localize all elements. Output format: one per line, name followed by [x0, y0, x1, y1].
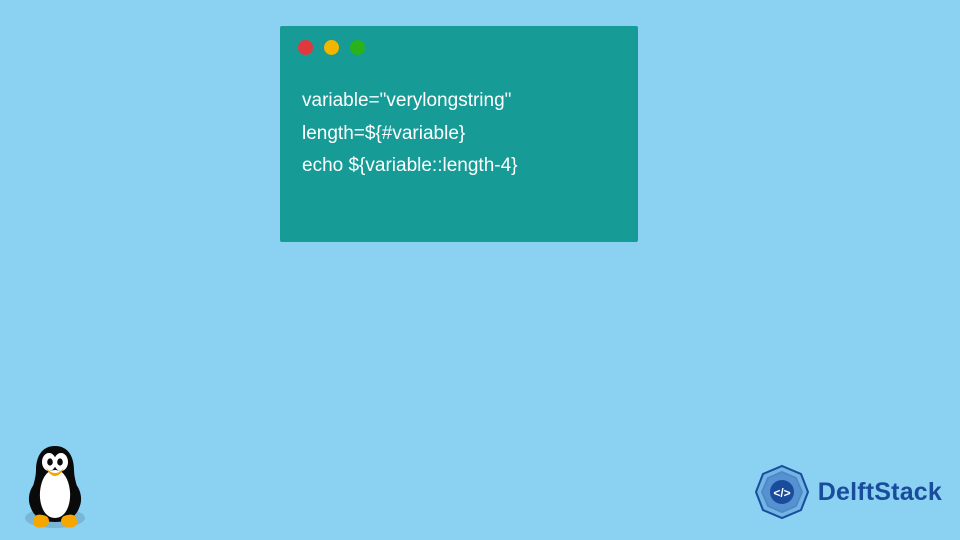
- svg-text:</>: </>: [773, 486, 790, 500]
- brand-name: DelftStack: [818, 478, 942, 507]
- close-dot-icon: [298, 40, 313, 55]
- terminal-titlebar: [280, 26, 638, 63]
- maximize-dot-icon: [350, 40, 365, 55]
- delftstack-logo-icon: </>: [754, 464, 810, 520]
- minimize-dot-icon: [324, 40, 339, 55]
- tux-penguin-icon: [16, 440, 94, 532]
- brand-badge: </> DelftStack: [754, 464, 942, 520]
- terminal-window: variable="verylongstring" length=${#vari…: [280, 26, 638, 242]
- code-block: variable="verylongstring" length=${#vari…: [280, 63, 638, 183]
